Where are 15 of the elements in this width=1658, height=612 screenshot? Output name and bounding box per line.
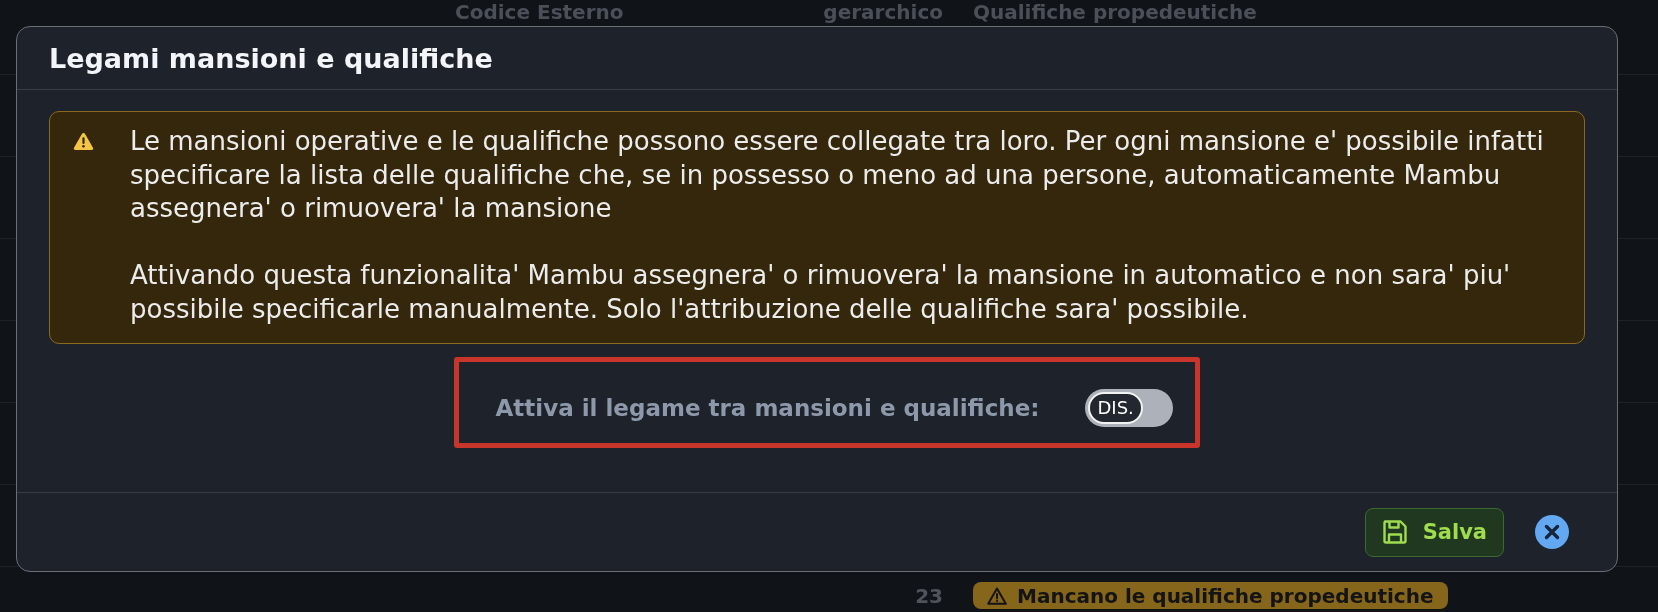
column-header: Qualifiche propedeutiche [973, 0, 1258, 24]
close-button[interactable] [1535, 515, 1569, 549]
warning-icon [987, 586, 1007, 605]
warning-text: Attivando questa funzionalita' Mambu assegnera' o rimuovera' la mansione in automatico e non sara' piu' possibile specificarle manualmente. Solo l'attribuzione delle qualifiche sara' possibile. [130, 259, 1512, 326]
save-button[interactable]: Salva [1364, 507, 1504, 557]
setting-label: Attiva il legame tra mansioni e qualifiche: [495, 394, 1040, 421]
column-header: gerarchico [822, 0, 943, 24]
status-badge: Mancano le qualifiche propedeutiche [973, 582, 1448, 609]
close-icon [1535, 515, 1569, 549]
warning-icon [73, 132, 94, 151]
warning-text: Le mansioni operative e le qualifiche possono essere collegate tra loro. Per ogni mansione e' possibile infatti specificare la lista delle qualifiche che, se in possesso o meno ad una persone, automaticamente Mambu assegnera' o rimuovera' la mansione [130, 125, 1545, 225]
toggle-switch[interactable]: DIS. [1085, 388, 1174, 427]
column-header: Codice Esterno [455, 0, 625, 24]
table-cell: 23 [915, 583, 943, 608]
dialog-title: Legami mansioni e qualifiche [49, 42, 493, 74]
